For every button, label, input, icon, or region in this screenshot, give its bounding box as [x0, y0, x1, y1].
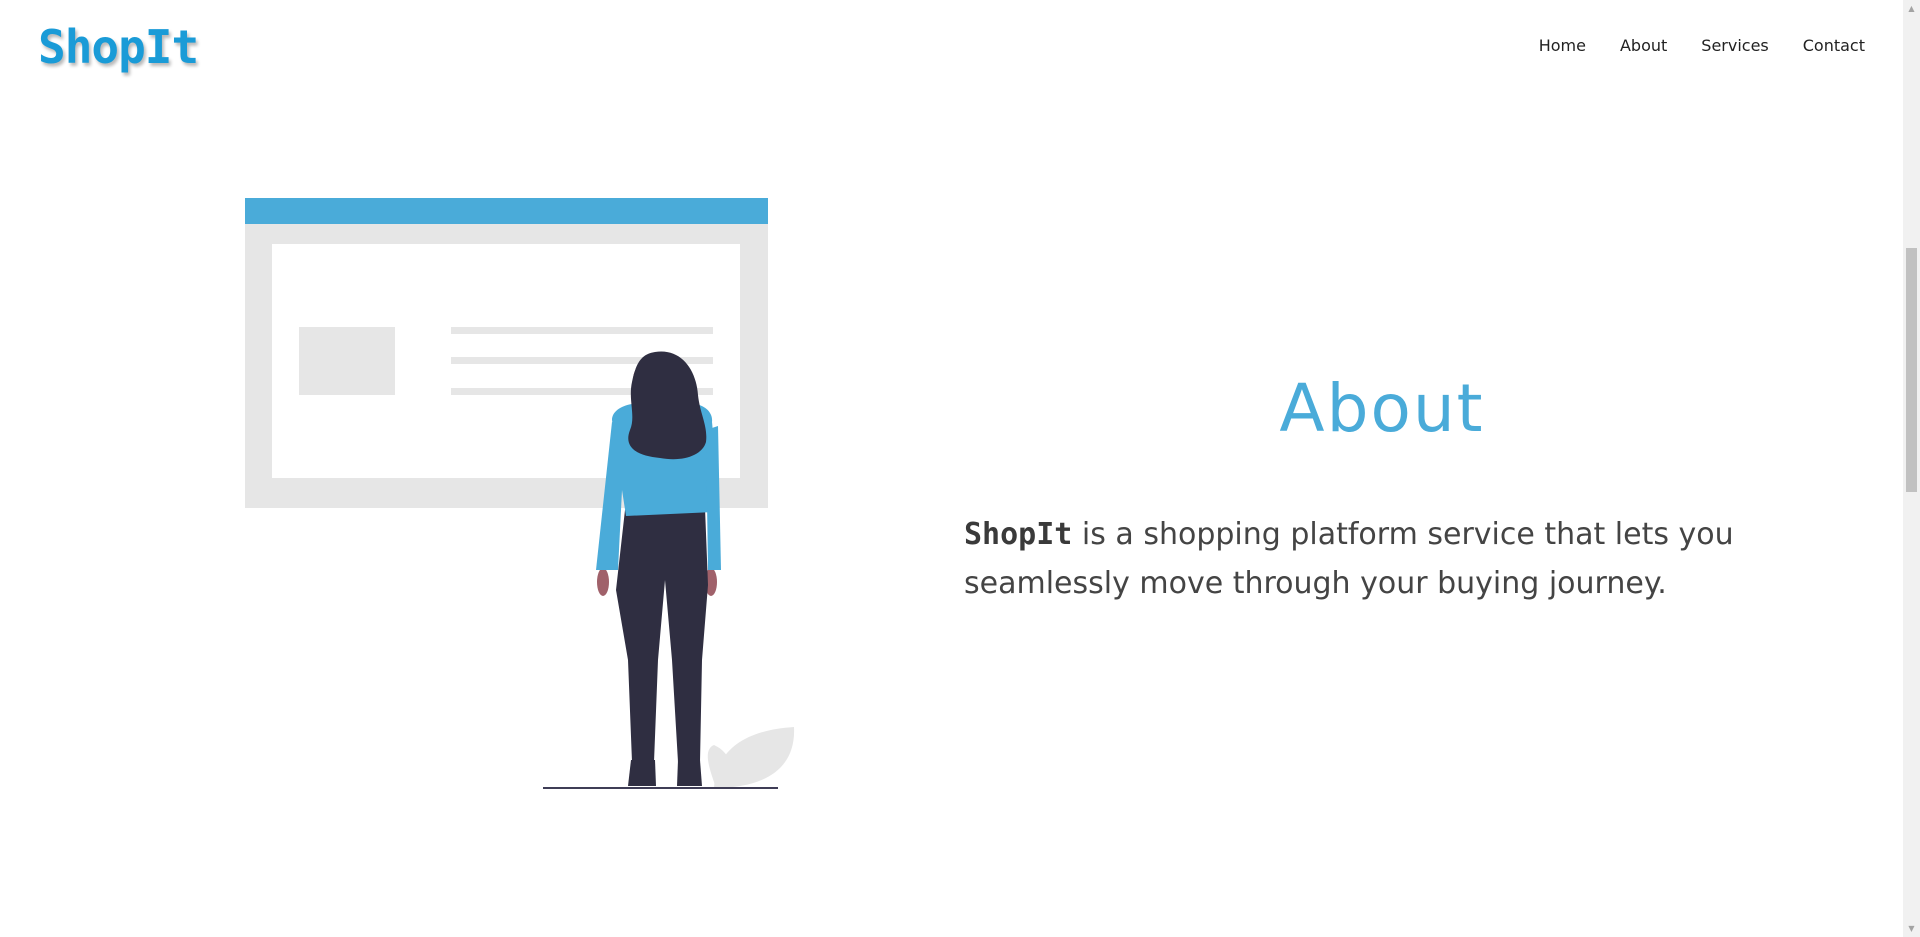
nav-menu: Home About Services Contact — [1539, 36, 1865, 55]
logo[interactable]: ShopIt — [38, 20, 199, 74]
scroll-up-arrow-icon[interactable]: ▲ — [1903, 0, 1920, 17]
page: ShopIt Home About Services Contact About… — [0, 0, 1920, 937]
nav-link-contact[interactable]: Contact — [1803, 36, 1865, 55]
scroll-thumb[interactable] — [1906, 248, 1917, 492]
plant-graphic — [707, 727, 795, 788]
nav-link-home[interactable]: Home — [1539, 36, 1586, 55]
about-description-text: is a shopping platform service that lets… — [964, 517, 1734, 601]
about-description: ShopIt is a shopping platform service th… — [964, 510, 1794, 608]
about-title: About — [1279, 370, 1485, 447]
nav-link-about[interactable]: About — [1620, 36, 1667, 55]
about-illustration — [240, 190, 800, 804]
scroll-down-arrow-icon[interactable]: ▼ — [1903, 920, 1920, 937]
navbar: ShopIt Home About Services Contact — [0, 0, 1903, 95]
nav-link-services[interactable]: Services — [1701, 36, 1768, 55]
brand-name: ShopIt — [964, 517, 1073, 552]
vertical-scrollbar[interactable]: ▲ ▼ — [1903, 0, 1920, 937]
